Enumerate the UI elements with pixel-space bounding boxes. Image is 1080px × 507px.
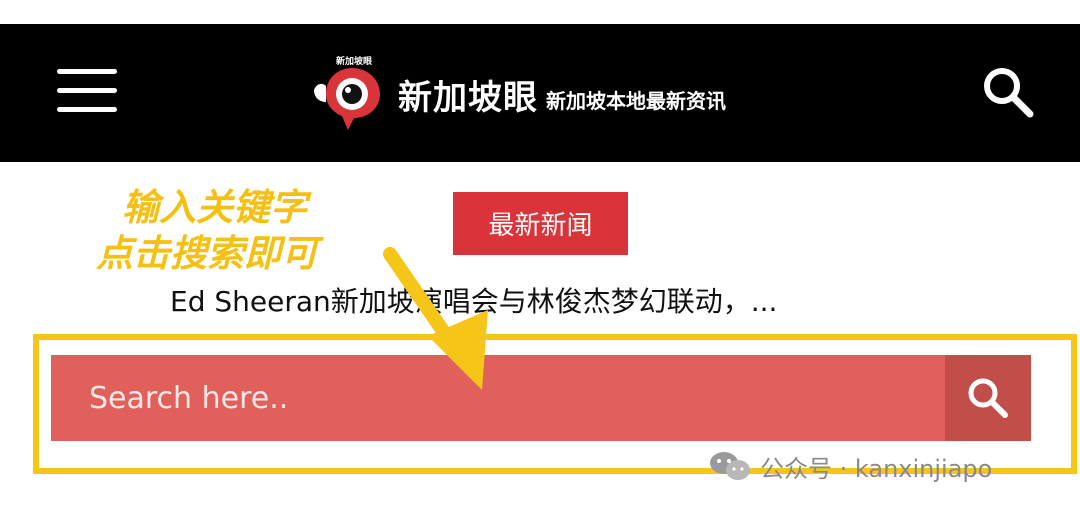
annotation-line-1: 输入关键字 <box>122 186 307 229</box>
logo-icon: 新加坡眼 <box>314 55 380 130</box>
watermark-text: 公众号 · kanxinjiapo <box>760 454 993 483</box>
brand-tagline: 新加坡本地最新资讯 <box>546 88 726 113</box>
brand-link[interactable]: 新加坡眼 新加坡眼 新加坡本地最新资讯 <box>310 54 726 134</box>
watermark: 公众号 · kanxinjiapo <box>708 448 992 484</box>
search-icon <box>968 378 1008 418</box>
site-header: 新加坡眼 新加坡眼 新加坡本地最新资讯 <box>0 24 1080 162</box>
news-headline-link[interactable]: Ed Sheeran新加坡演唱会与林俊杰梦幻联动，... <box>170 280 930 324</box>
svg-text:新加坡眼: 新加坡眼 <box>336 55 372 66</box>
annotation-line-2: 点击搜索即可 <box>96 232 318 275</box>
search-icon[interactable] <box>980 64 1036 120</box>
hamburger-menu-icon[interactable] <box>57 69 117 113</box>
search-input[interactable] <box>51 355 945 441</box>
latest-news-badge[interactable]: 最新新闻 <box>453 192 628 255</box>
search-bar <box>51 355 1031 441</box>
instruction-annotation: 输入关键字 点击搜索即可 <box>96 185 396 277</box>
wechat-icon <box>710 452 750 480</box>
brand-name: 新加坡眼 <box>398 77 538 118</box>
search-submit-button[interactable] <box>945 355 1031 441</box>
